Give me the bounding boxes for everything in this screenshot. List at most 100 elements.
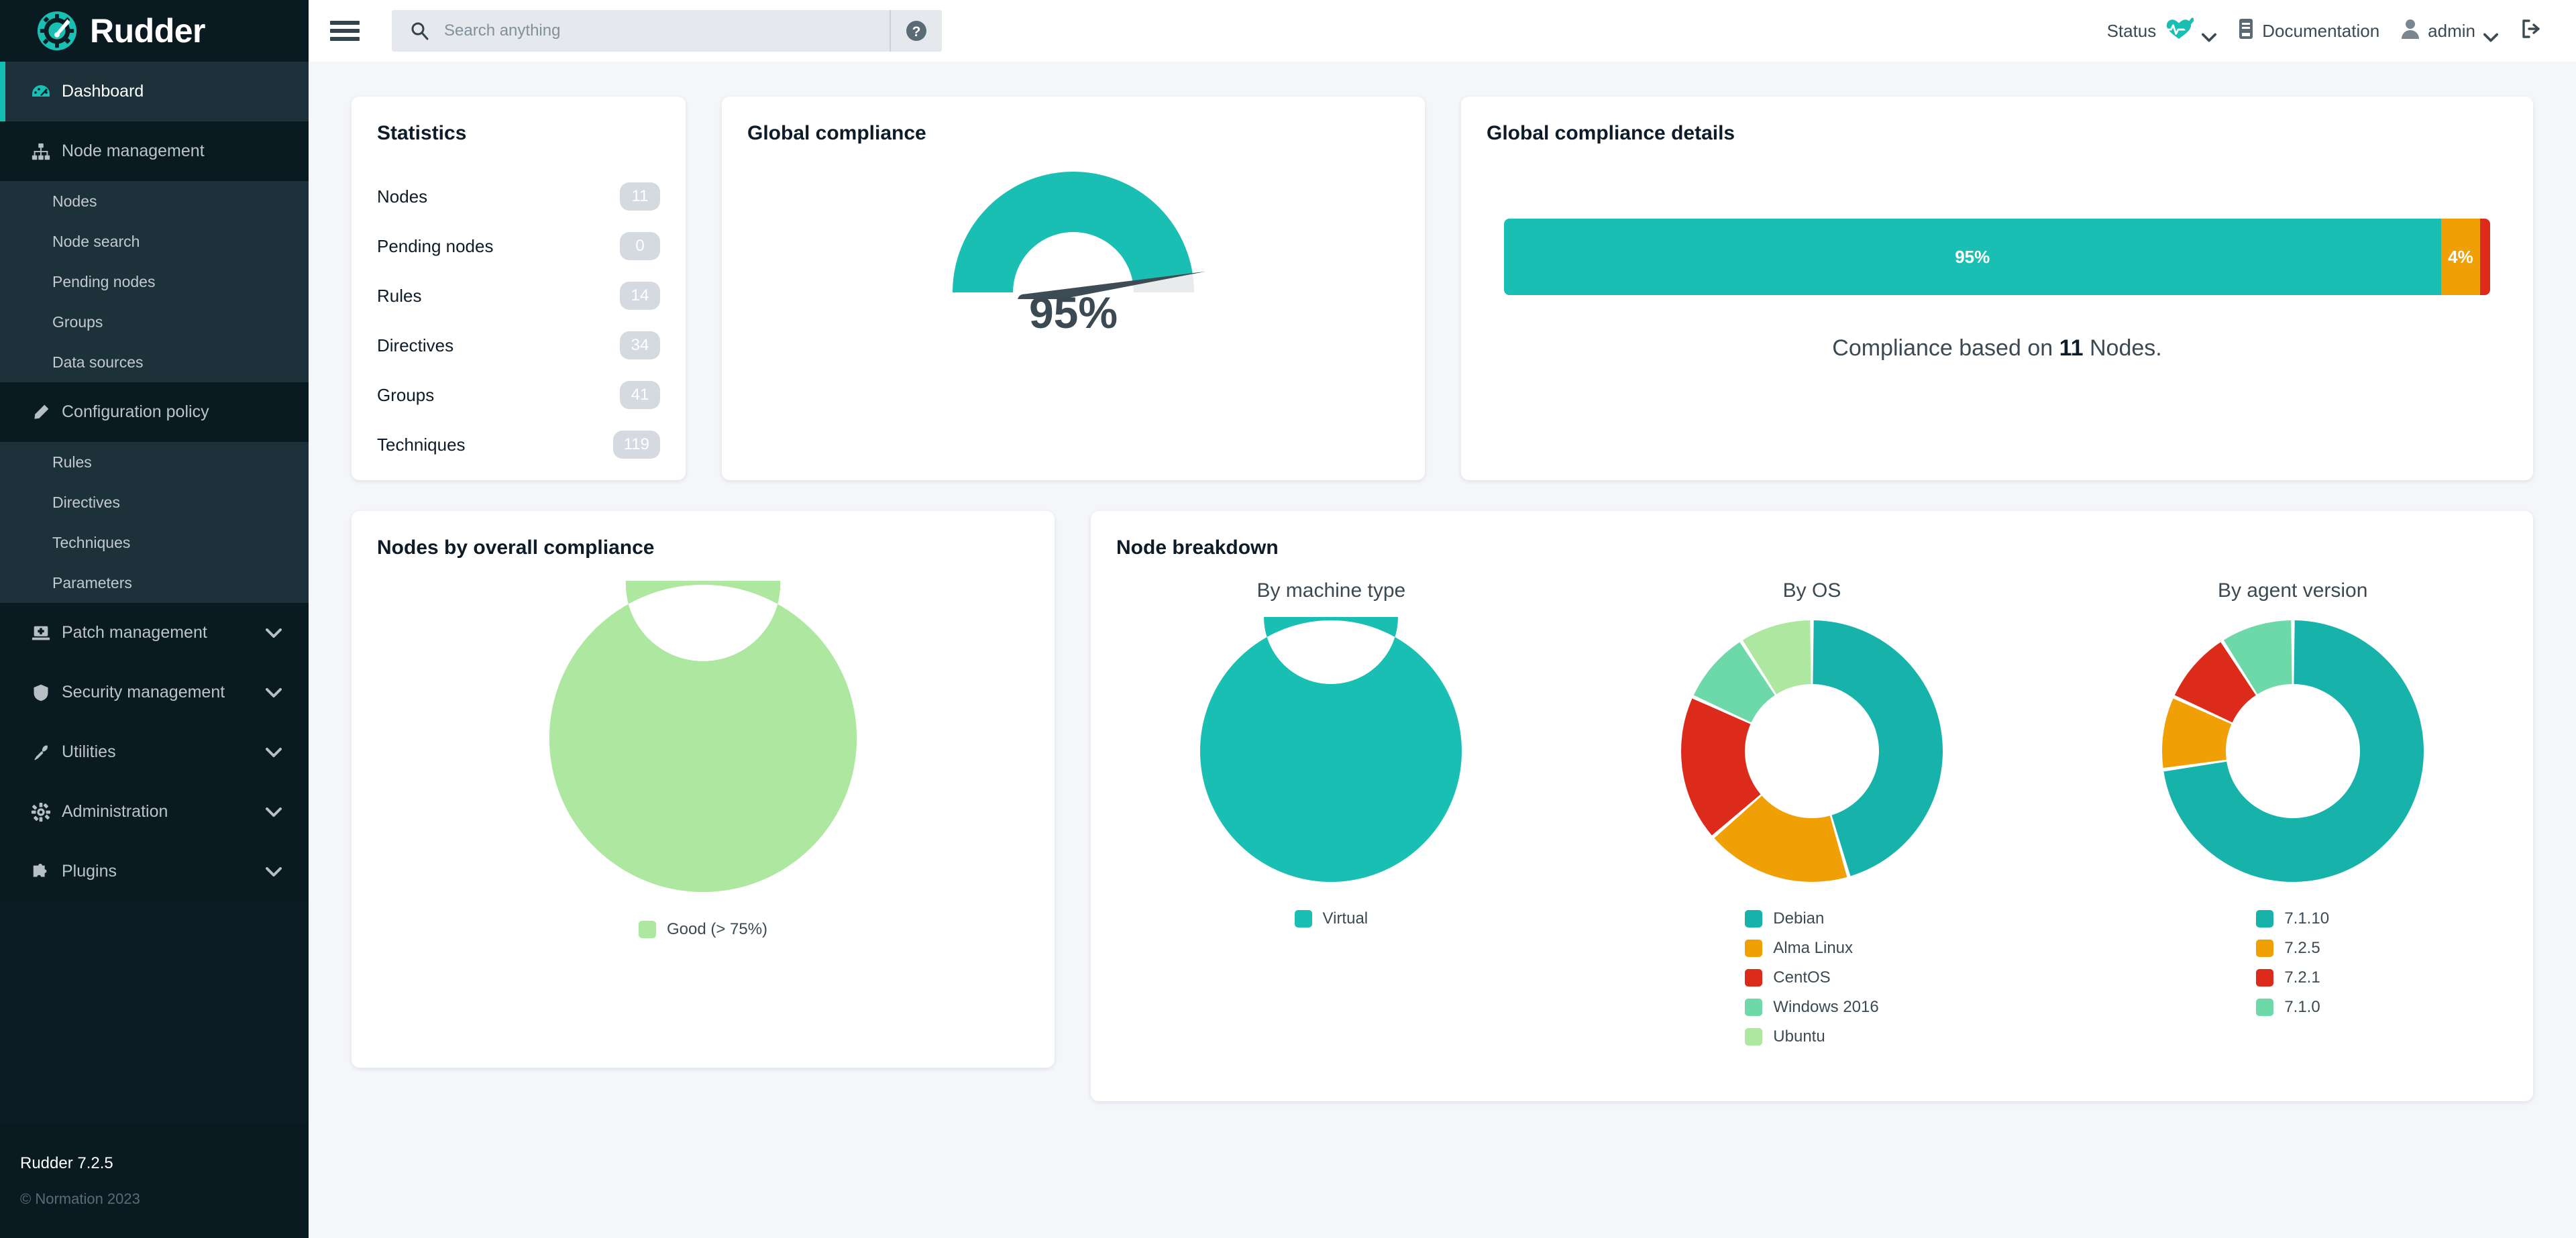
stat-label: Techniques — [377, 434, 466, 455]
sidebar-footer: Rudder 7.2.5 © Normation 2023 — [0, 1124, 309, 1238]
legend-item[interactable]: Good (> 75%) — [638, 915, 767, 944]
compliance-bar-segment-repaired[interactable]: 4% — [2440, 219, 2481, 295]
svg-text:?: ? — [912, 24, 921, 40]
compliance-stacked-bar[interactable]: 95% 4% — [1504, 219, 2490, 295]
sidebar-item-patch-management[interactable]: Patch management — [0, 603, 309, 663]
compliance-bar-segment-success[interactable]: 95% — [1504, 219, 2441, 295]
donut-svg — [2161, 620, 2424, 882]
burger-line — [330, 21, 360, 25]
sidebar-item-groups[interactable]: Groups — [0, 302, 309, 342]
sidebar-item-label: Nodes — [52, 192, 97, 210]
legend-item[interactable]: Virtual — [1294, 904, 1368, 934]
legend-swatch — [1745, 1028, 1763, 1046]
puzzle-icon — [30, 860, 52, 883]
legend-item[interactable]: 7.1.0 — [2256, 993, 2320, 1022]
donut-slice[interactable] — [549, 581, 857, 893]
sidebar-item-configuration-policy[interactable]: Configuration policy — [0, 382, 309, 442]
legend-item[interactable]: 7.2.5 — [2256, 934, 2320, 963]
legend-swatch — [1745, 940, 1763, 957]
burger-line — [330, 37, 360, 41]
donut-svg — [549, 581, 857, 893]
sidebar-item-nodes[interactable]: Nodes — [0, 181, 309, 221]
sidebar-item-node-search[interactable]: Node search — [0, 221, 309, 262]
search-input[interactable] — [444, 21, 890, 40]
status-badge: 14 — [620, 282, 660, 310]
sidebar-item-parameters[interactable]: Parameters — [0, 563, 309, 603]
global-compliance-card: Global compliance 95% — [722, 97, 1425, 480]
sidebar-item-data-sources[interactable]: Data sources — [0, 342, 309, 382]
rudder-logo-icon — [36, 10, 78, 52]
card-title: Node breakdown — [1116, 537, 1279, 559]
legend-item[interactable]: 7.1.10 — [2256, 904, 2329, 934]
card-title: Global compliance details — [1487, 122, 1735, 144]
sidebar-item-techniques[interactable]: Techniques — [0, 522, 309, 563]
compliance-bar-segment-error[interactable] — [2480, 219, 2490, 295]
legend-item[interactable]: Ubuntu — [1745, 1022, 1825, 1052]
list-item[interactable]: Nodes 11 — [377, 172, 660, 221]
legend-label: Alma Linux — [1773, 939, 1854, 957]
status-badge: 119 — [612, 431, 660, 459]
laptop-plus-icon — [30, 622, 52, 644]
chart-legend: Virtual — [1294, 904, 1368, 934]
global-search[interactable]: ? — [392, 10, 942, 52]
menu-toggle-button[interactable] — [330, 21, 360, 41]
node-breakdown-charts: By machine type Virtual By OS Debian Alma… — [1091, 579, 2533, 1052]
list-item[interactable]: Rules 14 — [377, 271, 660, 321]
sidebar-item-label: Administration — [62, 802, 168, 821]
gauge-icon — [30, 80, 52, 103]
agent-version-chart: By agent version 7.1.10 7.2.5 7.2.1 7.1.0 — [2052, 579, 2533, 1052]
sidebar-item-node-management[interactable]: Node management — [0, 121, 309, 181]
sidebar-item-plugins[interactable]: Plugins — [0, 842, 309, 901]
search-icon — [409, 21, 429, 41]
chart-legend: Debian Alma Linux CentOS Windows 2016 Ubuntu — [1745, 904, 1879, 1052]
sidebar-item-label: Rules — [52, 453, 92, 471]
book-icon — [2238, 18, 2254, 44]
logout-button[interactable] — [2509, 10, 2552, 52]
chevron-down-icon — [266, 862, 282, 881]
sidebar-item-administration[interactable]: Administration — [0, 782, 309, 842]
compliance-gauge-chart: 95% — [722, 158, 1425, 338]
status-badge: 34 — [620, 331, 660, 359]
list-item[interactable]: Directives 34 — [377, 321, 660, 370]
sidebar-item-pending-nodes[interactable]: Pending nodes — [0, 262, 309, 302]
sidebar-item-rules[interactable]: Rules — [0, 442, 309, 482]
user-menu[interactable]: admin — [2390, 10, 2509, 52]
legend-item[interactable]: Debian — [1745, 904, 1824, 934]
sidebar: Rudder Dashboard Node management Nodes N… — [0, 0, 309, 1238]
sidebar-item-security-management[interactable]: Security management — [0, 663, 309, 722]
chevron-down-icon — [266, 623, 282, 642]
stat-label: Pending nodes — [377, 235, 494, 256]
list-item[interactable]: Pending nodes 0 — [377, 221, 660, 271]
user-name-label: admin — [2428, 20, 2475, 41]
nodes-by-compliance-card: Nodes by overall compliance Good (> 75%) — [352, 511, 1055, 1068]
legend-item[interactable]: Windows 2016 — [1745, 993, 1879, 1022]
legend-swatch — [1294, 910, 1312, 927]
documentation-link[interactable]: Documentation — [2227, 10, 2390, 52]
card-title: Nodes by overall compliance — [377, 537, 655, 559]
wrench-icon — [30, 741, 52, 764]
legend-item[interactable]: Alma Linux — [1745, 934, 1853, 963]
brand-logo[interactable]: Rudder — [0, 0, 309, 62]
help-button[interactable]: ? — [890, 10, 942, 52]
chevron-down-icon — [2202, 26, 2217, 42]
list-item[interactable]: Techniques 119 — [377, 420, 660, 469]
list-item[interactable]: Groups 41 — [377, 370, 660, 420]
stat-label: Directives — [377, 335, 454, 355]
legend-item[interactable]: CentOS — [1745, 963, 1831, 993]
legend-item[interactable]: 7.2.1 — [2256, 963, 2320, 993]
pencil-icon — [30, 401, 52, 424]
stat-label: Groups — [377, 384, 435, 405]
legend-label: 7.2.1 — [2284, 968, 2320, 987]
sidebar-item-dashboard[interactable]: Dashboard — [0, 62, 309, 121]
sidebar-item-label: Data sources — [52, 353, 144, 371]
sidebar-item-utilities[interactable]: Utilities — [0, 722, 309, 782]
donut-svg — [1681, 620, 1943, 882]
legend-swatch — [2256, 969, 2274, 987]
documentation-label: Documentation — [2262, 20, 2380, 41]
nodes-compliance-donut-chart: Good (> 75%) — [352, 581, 1055, 944]
status-menu[interactable]: Status — [2096, 10, 2228, 52]
donut-slice[interactable] — [1200, 617, 1462, 882]
sidebar-item-directives[interactable]: Directives — [0, 482, 309, 522]
chart-legend: Good (> 75%) — [638, 915, 767, 944]
card-title: Global compliance — [747, 122, 926, 144]
